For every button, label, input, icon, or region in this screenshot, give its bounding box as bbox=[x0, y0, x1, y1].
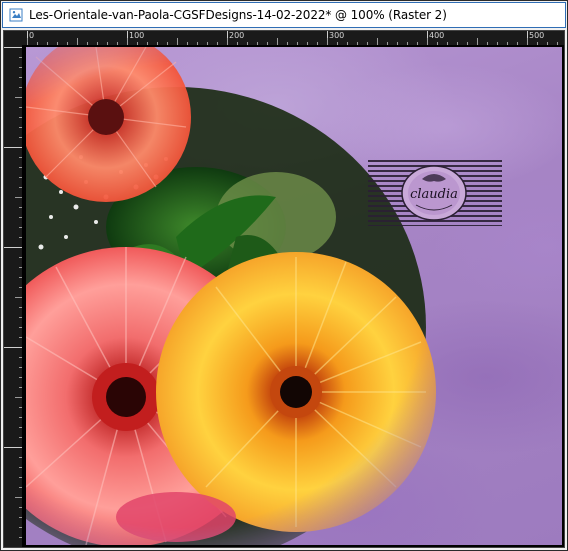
workspace: 0 100 200 300 400 500 claudia bbox=[3, 30, 565, 548]
claudia-logo-text: claudia bbox=[410, 187, 458, 202]
ruler-top[interactable]: 0 100 200 300 400 500 bbox=[22, 31, 564, 45]
ruler-label-0: 0 bbox=[29, 31, 35, 40]
claudia-logo-badge: claudia bbox=[401, 165, 467, 221]
flower-bouquet-image bbox=[26, 47, 436, 545]
ruler-label-100: 100 bbox=[129, 31, 145, 40]
window-title: Les-Orientale-van-Paola-CGSFDesigns-14-0… bbox=[29, 8, 447, 22]
image-document-icon bbox=[9, 8, 23, 22]
ruler-top-ticks bbox=[27, 31, 558, 45]
image-canvas[interactable]: claudia bbox=[26, 47, 562, 545]
ruler-label-200: 200 bbox=[229, 31, 245, 40]
image-window: Les-Orientale-van-Paola-CGSFDesigns-14-0… bbox=[0, 0, 568, 551]
title-bar[interactable]: Les-Orientale-van-Paola-CGSFDesigns-14-0… bbox=[2, 2, 566, 28]
ruler-left-ticks bbox=[4, 47, 22, 538]
claudia-watermark: claudia bbox=[368, 160, 502, 226]
ruler-corner bbox=[4, 31, 22, 45]
ruler-label-500: 500 bbox=[529, 31, 545, 40]
ruler-left[interactable] bbox=[4, 45, 22, 547]
ruler-label-300: 300 bbox=[329, 31, 345, 40]
ruler-label-400: 400 bbox=[429, 31, 445, 40]
